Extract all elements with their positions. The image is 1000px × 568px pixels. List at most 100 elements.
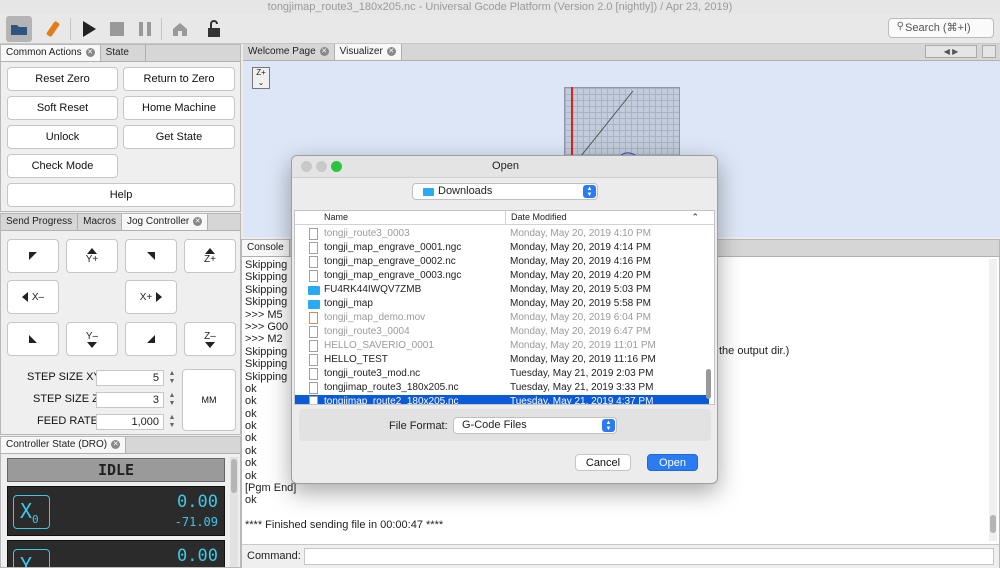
file-row[interactable]: HELLO_SAVERIO_0001 Monday, May 20, 2019 1… — [295, 339, 709, 353]
file-row[interactable]: tongji_map Monday, May 20, 2019 5:58 PM — [295, 297, 709, 311]
dro-y-axis: Y0 0.00 — [7, 540, 225, 568]
reset-zero-button[interactable]: Reset Zero — [7, 67, 118, 91]
feed-rate-input[interactable]: 1,000 — [96, 414, 164, 430]
file-icon — [309, 228, 318, 240]
chevron-updown-icon: ▲ ▼ — [583, 185, 596, 198]
file-icon — [309, 354, 318, 366]
connect-icon[interactable] — [40, 16, 66, 42]
dro-x-axis: X0 0.00 -71.09 — [7, 486, 225, 536]
x-axis-zero-button[interactable]: X0 — [13, 495, 50, 529]
jog-x-minus-y-plus-button[interactable] — [7, 239, 59, 273]
tab-common-actions[interactable]: Common Actions ✕ — [1, 45, 101, 61]
arrow-up-left-icon — [29, 252, 37, 260]
dialog-titlebar: Open — [292, 156, 717, 178]
file-icon — [309, 270, 318, 282]
close-icon[interactable]: ✕ — [319, 47, 329, 56]
close-icon[interactable]: ✕ — [386, 47, 396, 56]
arrow-up-right-icon — [147, 252, 155, 260]
tab-console[interactable]: Console — [242, 240, 290, 256]
help-button[interactable]: Help — [7, 183, 235, 207]
get-state-button[interactable]: Get State — [123, 125, 235, 149]
dro-panel: Controller State (DRO) ✕ IDLE X0 0.00 -71… — [0, 436, 241, 568]
close-icon[interactable]: ✕ — [85, 48, 95, 57]
close-icon[interactable]: ✕ — [111, 440, 121, 449]
file-row[interactable]: tongji_map_engrave_0002.nc Monday, May 20… — [295, 255, 709, 269]
pause-icon[interactable] — [132, 16, 158, 42]
jog-z-plus-button[interactable]: Z+ — [184, 239, 236, 273]
feed-rate-stepper-icon[interactable]: ▲ ▼ — [167, 414, 177, 430]
jog-z-minus-label: Z– — [204, 330, 216, 342]
y-axis-zero-button[interactable]: Y0 — [13, 549, 50, 568]
file-list-scrollbar[interactable] — [706, 369, 711, 399]
location-value: Downloads — [438, 185, 493, 197]
home-icon[interactable] — [167, 16, 193, 42]
tab-jog-controller-label: Jog Controller — [126, 216, 190, 227]
return-to-zero-button[interactable]: Return to Zero — [123, 67, 235, 91]
x-axis-sub: 0 — [32, 513, 39, 526]
file-date: Monday, May 20, 2019 6:04 PM — [510, 312, 652, 323]
file-format-select[interactable]: G-Code Files ▲ ▼ — [453, 417, 617, 434]
file-row[interactable]: tongji_map_engrave_0001.ngc Monday, May 2… — [295, 241, 709, 255]
open-button[interactable]: Open — [647, 454, 698, 471]
file-row[interactable]: tongji_map_demo.mov Monday, May 20, 2019 … — [295, 311, 709, 325]
y-axis-label: Y — [20, 553, 33, 568]
file-row[interactable]: tongji_map_engrave_0003.ngc Monday, May 2… — [295, 269, 709, 283]
tab-jog-controller[interactable]: Jog Controller ✕ — [121, 214, 209, 230]
jog-x-plus-y-plus-button[interactable] — [125, 239, 177, 273]
col-date-header[interactable]: Date Modified ⌃ — [505, 211, 705, 224]
close-icon[interactable]: ✕ — [193, 217, 203, 226]
tab-visualizer[interactable]: Visualizer ✕ — [334, 44, 402, 60]
file-row[interactable]: tongjimap_route3_180x205.nc Tuesday, May … — [295, 381, 709, 395]
dro-scrollbar[interactable] — [230, 457, 238, 567]
stop-icon[interactable] — [104, 16, 130, 42]
file-name: tongjimap_route2_180x205.nc — [324, 396, 459, 405]
unlock-button[interactable]: Unlock — [7, 125, 118, 149]
file-row[interactable]: tongji_route3_0003 Monday, May 20, 2019 4… — [295, 227, 709, 241]
tab-state[interactable]: State — [101, 45, 146, 61]
file-name: tongji_map_engrave_0001.ngc — [324, 242, 462, 253]
check-mode-button[interactable]: Check Mode — [7, 154, 118, 178]
tab-visualizer-label: Visualizer — [339, 46, 383, 57]
play-icon[interactable] — [76, 16, 102, 42]
cancel-button[interactable]: Cancel — [575, 454, 631, 471]
units-mm-button[interactable]: MM — [182, 369, 236, 431]
jog-x-plus-button[interactable]: X+ — [125, 280, 177, 314]
tab-send-progress[interactable]: Send Progress — [1, 214, 79, 230]
file-row[interactable]: tongji_route3_mod.nc Tuesday, May 21, 201… — [295, 367, 709, 381]
jog-z-minus-button[interactable]: Z– — [184, 322, 236, 356]
file-row[interactable]: HELLO_TEST Monday, May 20, 2019 11:16 PM — [295, 353, 709, 367]
soft-reset-button[interactable]: Soft Reset — [7, 96, 118, 120]
tab-list-icon[interactable] — [982, 45, 996, 58]
jog-x-minus-y-minus-button[interactable] — [7, 322, 59, 356]
step-xy-stepper-icon[interactable]: ▲ ▼ — [167, 370, 177, 386]
z-plus-view-button[interactable]: Z+ ⌄ — [252, 67, 270, 89]
file-name: FU4RK44IWQV7ZMB — [324, 284, 422, 295]
jog-x-minus-button[interactable]: X– — [7, 280, 59, 314]
tab-scroll-arrows-icon[interactable]: ◀ ▶ — [925, 45, 977, 58]
tab-controller-state[interactable]: Controller State (DRO) ✕ — [1, 437, 127, 453]
jog-y-minus-button[interactable]: Y– — [66, 322, 118, 356]
y-work-position: 0.00 — [177, 546, 218, 566]
console-scrollbar[interactable] — [989, 259, 997, 541]
file-row[interactable]: FU4RK44IWQV7ZMB Monday, May 20, 2019 5:03… — [295, 283, 709, 297]
tab-controller-state-label: Controller State (DRO) — [6, 439, 108, 450]
open-folder-icon[interactable] — [6, 16, 32, 42]
file-row[interactable]: tongji_route3_0004 Monday, May 20, 2019 6… — [295, 325, 709, 339]
home-machine-button[interactable]: Home Machine — [123, 96, 235, 120]
file-row[interactable]: tongjimap_route2_180x205.nc Tuesday, May … — [295, 395, 709, 405]
file-date: Monday, May 20, 2019 5:03 PM — [510, 284, 652, 295]
tab-macros[interactable]: Macros — [78, 214, 122, 230]
unlock-icon[interactable] — [201, 16, 227, 42]
file-icon — [309, 256, 318, 268]
location-select[interactable]: Downloads ▲ ▼ — [412, 183, 598, 200]
jog-y-plus-button[interactable]: Y+ — [66, 239, 118, 273]
step-z-stepper-icon[interactable]: ▲ ▼ — [167, 392, 177, 408]
step-size-z-input[interactable]: 3 — [96, 392, 164, 408]
col-name-header[interactable]: Name — [324, 211, 348, 224]
file-icon — [309, 396, 318, 404]
command-input[interactable] — [304, 548, 994, 565]
jog-x-plus-y-minus-button[interactable] — [125, 322, 177, 356]
file-date: Tuesday, May 21, 2019 4:37 PM — [510, 396, 654, 405]
step-size-xy-input[interactable]: 5 — [96, 370, 164, 386]
tab-welcome-page[interactable]: Welcome Page ✕ — [243, 44, 335, 60]
